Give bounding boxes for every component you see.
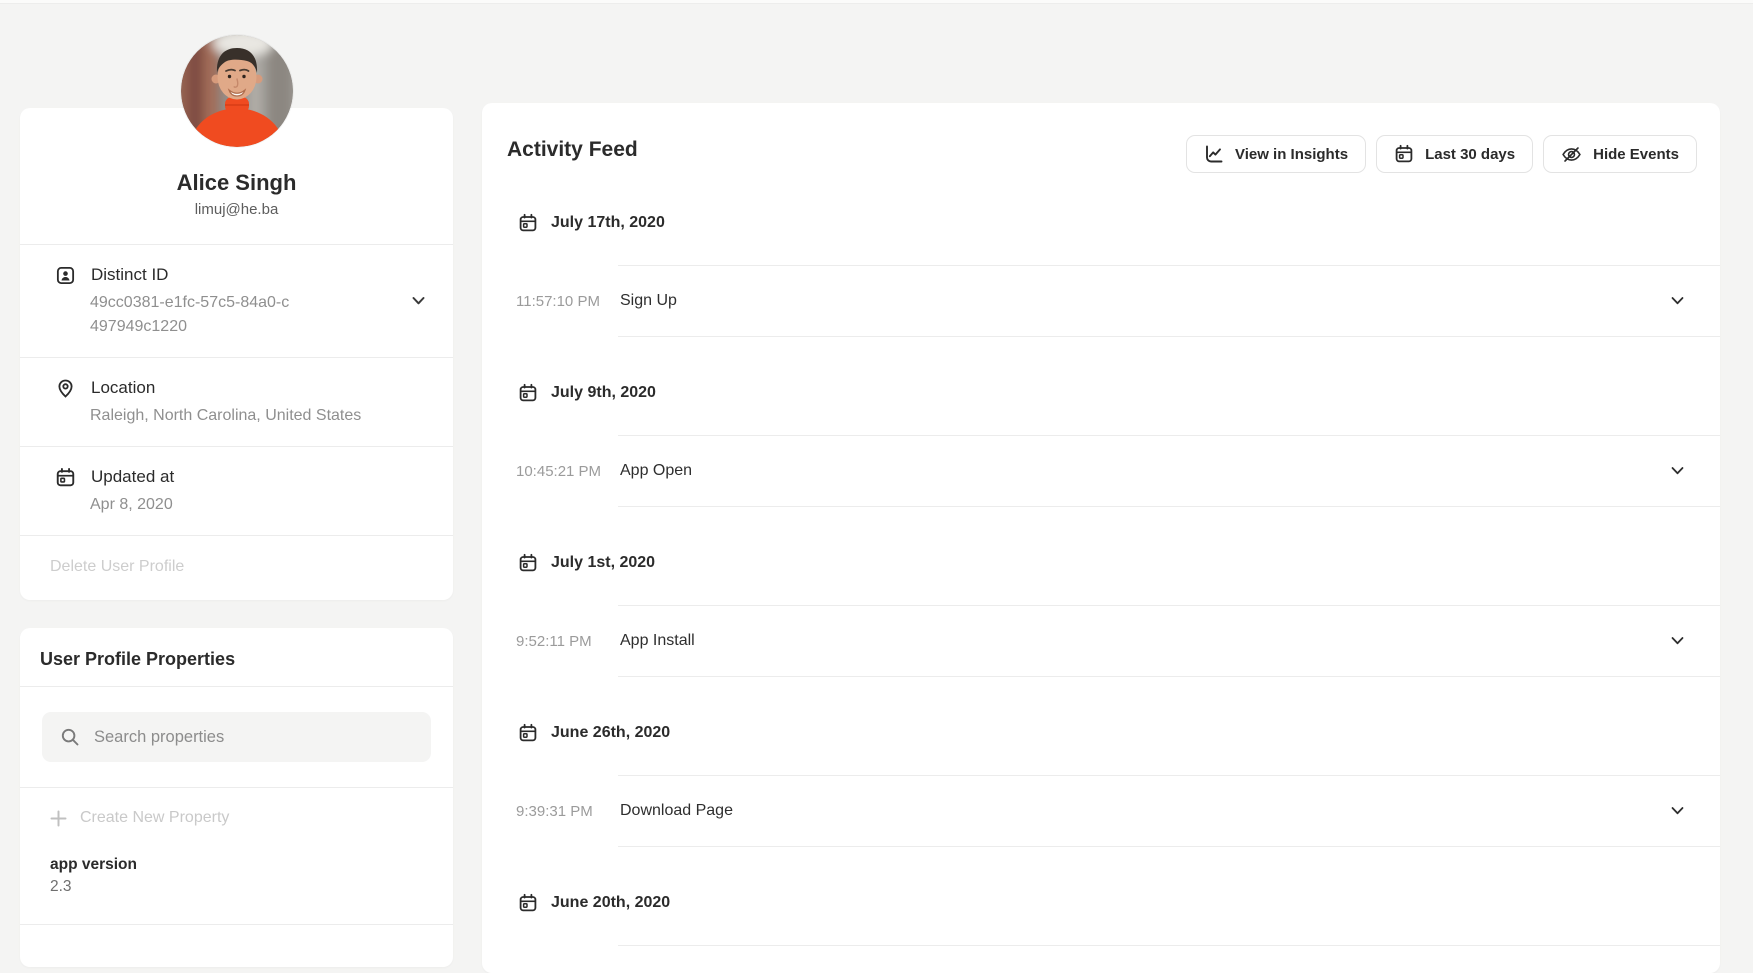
calendar-icon <box>518 383 538 403</box>
updated-at-row: Updated at Apr 8, 2020 <box>20 447 453 535</box>
avatar <box>181 35 293 147</box>
event-expand-chevron-icon[interactable] <box>1671 807 1684 816</box>
calendar-icon <box>1394 144 1414 164</box>
feed-date-label: July 17th, 2020 <box>551 214 665 232</box>
location-icon <box>55 378 76 399</box>
feed-date-row: July 17th, 2020 <box>518 212 1720 234</box>
plus-icon <box>50 810 67 827</box>
event-row[interactable]: 9:39:31 PM Download Page <box>482 776 1720 846</box>
event-name: App Open <box>620 462 692 480</box>
updated-at-header: Updated at <box>55 465 397 489</box>
property-value: 2.3 <box>50 876 433 898</box>
divider <box>618 846 1720 847</box>
view-in-insights-button[interactable]: View in Insights <box>1186 135 1366 173</box>
event-time: 10:45:21 PM <box>516 463 620 480</box>
profile-name: Alice Singh <box>40 170 433 196</box>
user-profile-page: Alice Singh limuj@he.ba Distinct ID 49 <box>0 0 1753 948</box>
location-row: Location Raleigh, North Carolina, United… <box>20 358 453 446</box>
event-time: 9:39:31 PM <box>516 803 620 820</box>
properties-title: User Profile Properties <box>40 646 433 672</box>
date-range-button[interactable]: Last 30 days <box>1376 135 1533 173</box>
id-card-icon <box>55 265 76 286</box>
profile-email: limuj@he.ba <box>40 201 433 219</box>
event-row[interactable]: 9:52:11 PM App Install <box>482 606 1720 676</box>
hide-events-button[interactable]: Hide Events <box>1543 135 1697 173</box>
activity-feed-header: Activity Feed View in Insights <box>482 103 1720 167</box>
search-icon <box>60 727 80 747</box>
profile-card: Alice Singh limuj@he.ba Distinct ID 49 <box>20 108 453 600</box>
distinct-id-value: 49cc0381-e1fc-57c5-84a0-c497949c1220 <box>90 291 294 339</box>
feed-action-buttons: View in Insights Last 30 days <box>1186 135 1697 173</box>
event-name: App Install <box>620 632 695 650</box>
divider <box>618 336 1720 337</box>
updated-at-value: Apr 8, 2020 <box>90 493 397 517</box>
view-in-insights-label: View in Insights <box>1235 146 1348 163</box>
feed-date-label: June 20th, 2020 <box>551 894 670 912</box>
create-new-property-button[interactable]: Create New Property <box>20 788 453 848</box>
feed-date-row: July 9th, 2020 <box>518 382 1720 404</box>
calendar-icon <box>518 553 538 573</box>
event-row[interactable]: 11:57:10 PM Sign Up <box>482 266 1720 336</box>
divider <box>618 676 1720 677</box>
properties-card-filler <box>20 925 453 967</box>
feed-date-row: July 1st, 2020 <box>518 552 1720 574</box>
feed-date-row: June 20th, 2020 <box>518 892 1720 914</box>
feed-group: July 9th, 2020 10:45:21 PM App Open <box>482 382 1720 507</box>
distinct-id-expand-chevron-icon[interactable] <box>412 297 425 306</box>
activity-feed-card: Activity Feed View in Insights <box>482 103 1720 973</box>
feed-date-label: July 1st, 2020 <box>551 554 655 572</box>
search-section <box>20 687 453 787</box>
event-name: Download Page <box>620 802 733 820</box>
updated-at-label: Updated at <box>91 467 174 487</box>
event-time: 11:57:10 PM <box>516 293 620 310</box>
delete-user-profile-button[interactable]: Delete User Profile <box>20 536 453 600</box>
event-name: Sign Up <box>620 292 677 310</box>
feed-date-label: July 9th, 2020 <box>551 384 656 402</box>
divider <box>618 506 1720 507</box>
feed-date-row: June 26th, 2020 <box>518 722 1720 744</box>
event-row[interactable]: 10:45:21 PM App Open <box>482 436 1720 506</box>
event-expand-chevron-icon[interactable] <box>1671 297 1684 306</box>
eye-off-icon <box>1561 144 1582 165</box>
divider <box>618 945 1720 946</box>
hide-events-label: Hide Events <box>1593 146 1679 163</box>
create-new-property-label: Create New Property <box>80 809 229 827</box>
location-header: Location <box>55 376 397 400</box>
event-expand-chevron-icon[interactable] <box>1671 467 1684 476</box>
calendar-icon <box>55 467 76 488</box>
location-value: Raleigh, North Carolina, United States <box>90 404 397 428</box>
search-box[interactable] <box>42 712 431 762</box>
main-layout: Alice Singh limuj@he.ba Distinct ID 49 <box>0 4 1753 973</box>
properties-header: User Profile Properties <box>20 628 453 686</box>
calendar-icon <box>518 723 538 743</box>
feed-group: July 17th, 2020 11:57:10 PM Sign Up <box>482 212 1720 337</box>
distinct-id-row: Distinct ID 49cc0381-e1fc-57c5-84a0-c497… <box>20 245 453 357</box>
feed-group: July 1st, 2020 9:52:11 PM App Install <box>482 552 1720 677</box>
property-item: app version 2.3 <box>20 848 453 924</box>
avatar-photo-illustration <box>181 35 293 147</box>
event-time: 9:52:11 PM <box>516 633 620 650</box>
property-name: app version <box>50 854 433 876</box>
search-properties-input[interactable] <box>94 728 413 747</box>
event-expand-chevron-icon[interactable] <box>1671 637 1684 646</box>
location-label: Location <box>91 378 155 398</box>
distinct-id-header: Distinct ID <box>55 263 397 287</box>
feed-group: June 20th, 2020 <box>482 892 1720 946</box>
calendar-icon <box>518 213 538 233</box>
line-chart-icon <box>1204 144 1224 164</box>
distinct-id-label: Distinct ID <box>91 265 168 285</box>
calendar-icon <box>518 893 538 913</box>
profile-sidebar: Alice Singh limuj@he.ba Distinct ID 49 <box>20 4 453 967</box>
date-range-label: Last 30 days <box>1425 146 1515 163</box>
feed-group: June 26th, 2020 9:39:31 PM Download Page <box>482 722 1720 847</box>
feed-date-label: June 26th, 2020 <box>551 724 670 742</box>
user-profile-properties-card: User Profile Properties <box>20 628 453 967</box>
